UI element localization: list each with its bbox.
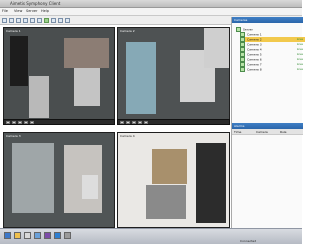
zoom-icon[interactable] xyxy=(24,121,28,124)
scene-object xyxy=(146,185,186,219)
column-header[interactable]: Time xyxy=(234,130,241,134)
layout-icon[interactable] xyxy=(16,18,21,23)
menu-help[interactable]: Help xyxy=(41,9,49,13)
camera-label: Camera 2 xyxy=(120,29,135,33)
play-icon[interactable] xyxy=(6,121,10,124)
camera-view-4[interactable]: Camera 4 xyxy=(117,132,230,228)
app-icon[interactable] xyxy=(24,232,31,239)
scene-object xyxy=(196,143,226,223)
snapshot-icon[interactable] xyxy=(18,121,22,124)
camera-label: Camera 1 xyxy=(6,29,21,33)
camera-toolbar-1 xyxy=(3,119,115,125)
menu-bar: File View Server Help xyxy=(0,8,302,16)
grid-2x2-icon[interactable] xyxy=(30,18,35,23)
start-icon[interactable] xyxy=(4,232,11,239)
window-icon[interactable] xyxy=(54,232,61,239)
scene-object xyxy=(82,175,98,199)
settings-icon[interactable] xyxy=(64,232,71,239)
zoom-icon[interactable] xyxy=(138,121,142,124)
search-icon[interactable] xyxy=(51,18,56,23)
tree-item-camera[interactable]: Camera 8 Live xyxy=(240,67,305,72)
menu-view[interactable]: View xyxy=(14,9,22,13)
fullscreen-icon[interactable] xyxy=(30,121,34,124)
forward-icon[interactable] xyxy=(9,18,14,23)
pause-icon[interactable] xyxy=(126,121,130,124)
camera-view-3[interactable]: Camera 3 xyxy=(3,132,115,228)
camera-list-panel: Cameras Server Camera 1 Camera 2 Live Cam… xyxy=(231,17,305,228)
window-title: Aimetis Symphony Client xyxy=(10,1,61,6)
grid-3x3-icon[interactable] xyxy=(37,18,42,23)
media-icon[interactable] xyxy=(44,232,51,239)
scene-object xyxy=(29,76,49,118)
camera-toolbar-2 xyxy=(117,119,230,125)
column-header[interactable]: Camera xyxy=(256,130,268,134)
scene-object xyxy=(204,28,229,68)
camera-label: Camera 4 xyxy=(120,134,135,138)
menu-server[interactable]: Server xyxy=(26,9,37,13)
play-icon[interactable] xyxy=(120,121,124,124)
menu-file[interactable]: File xyxy=(2,9,8,13)
status-text: Connected xyxy=(240,239,257,243)
camera-label: Camera 3 xyxy=(6,134,21,138)
folder-icon[interactable] xyxy=(14,232,21,239)
record-icon[interactable] xyxy=(44,18,49,23)
scene-object xyxy=(74,68,100,106)
fullscreen-icon[interactable] xyxy=(144,121,148,124)
alarm-icon[interactable] xyxy=(65,18,70,23)
title-bar: Aimetis Symphony Client xyxy=(0,0,302,8)
camera-view-1[interactable]: Camera 1 xyxy=(3,27,115,120)
scene-object xyxy=(12,143,54,213)
camera-view-2[interactable]: Camera 2 xyxy=(117,27,230,120)
scene-object xyxy=(126,42,156,114)
scene-object xyxy=(64,38,109,68)
scene-object xyxy=(10,36,28,86)
taskbar: Connected xyxy=(0,228,302,244)
pause-icon[interactable] xyxy=(12,121,16,124)
back-icon[interactable] xyxy=(2,18,7,23)
snapshot-icon[interactable] xyxy=(132,121,136,124)
alarms-grid-header: Time Camera Rule xyxy=(232,129,303,135)
settings-icon[interactable] xyxy=(58,18,63,23)
column-header[interactable]: Rule xyxy=(280,130,287,134)
camera-icon xyxy=(240,67,245,72)
panel-header: Cameras xyxy=(232,17,303,23)
grid-1x1-icon[interactable] xyxy=(23,18,28,23)
scene-object xyxy=(152,149,187,184)
browser-icon[interactable] xyxy=(34,232,41,239)
